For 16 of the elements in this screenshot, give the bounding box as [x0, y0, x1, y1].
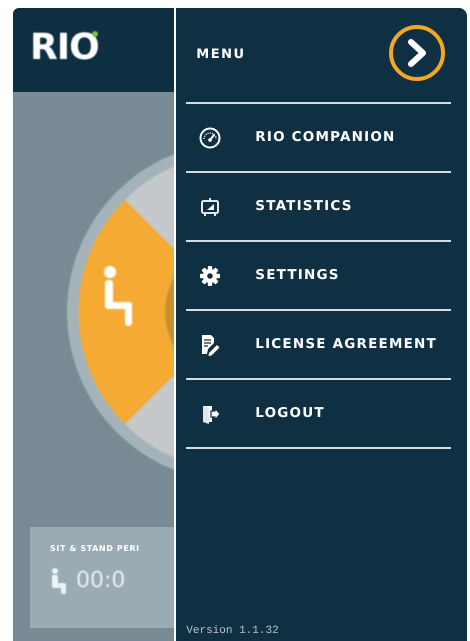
document-pencil-icon	[199, 334, 222, 356]
gear-icon	[199, 264, 222, 286]
card-label: SIT & STAND PERI	[50, 543, 141, 555]
menu-item[interactable]: SETTINGS	[186, 242, 451, 311]
version-text: Version 1.1.32	[185, 624, 280, 638]
close-menu-button[interactable]	[389, 25, 445, 81]
menu-item[interactable]: LOGOUT	[186, 380, 451, 449]
app-logo: RIO	[30, 30, 99, 66]
menu-item[interactable]: LICENSE AGREEMENT	[186, 311, 451, 380]
menu-title: MENU	[196, 46, 246, 64]
menu-item[interactable]: RIO COMPANION	[186, 104, 451, 173]
monitor-icon	[199, 196, 222, 218]
gauge-icon	[199, 126, 222, 148]
timer-text: 00:0	[76, 567, 126, 595]
seated-person-icon	[50, 568, 68, 594]
menu-item[interactable]: STATISTICS	[186, 173, 451, 242]
